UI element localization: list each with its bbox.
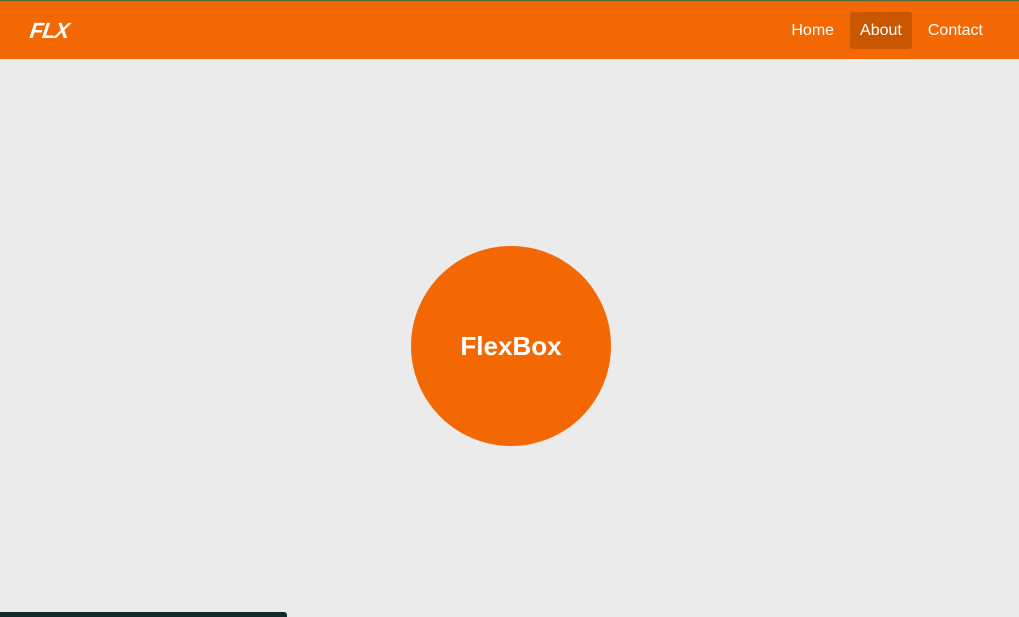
logo[interactable]: FLX: [28, 18, 70, 44]
nav-link-home[interactable]: Home: [781, 12, 844, 49]
flexbox-circle: FlexBox: [411, 246, 611, 446]
nav-link-about[interactable]: About: [850, 11, 912, 49]
circle-label: FlexBox: [460, 330, 562, 361]
navbar: FLX Home About Contact: [0, 1, 1019, 59]
bottom-panel-edge: [0, 612, 287, 617]
nav-link-contact[interactable]: Contact: [918, 12, 993, 49]
main-content: FlexBox: [0, 59, 1019, 617]
nav-menu: Home About Contact: [775, 11, 993, 49]
